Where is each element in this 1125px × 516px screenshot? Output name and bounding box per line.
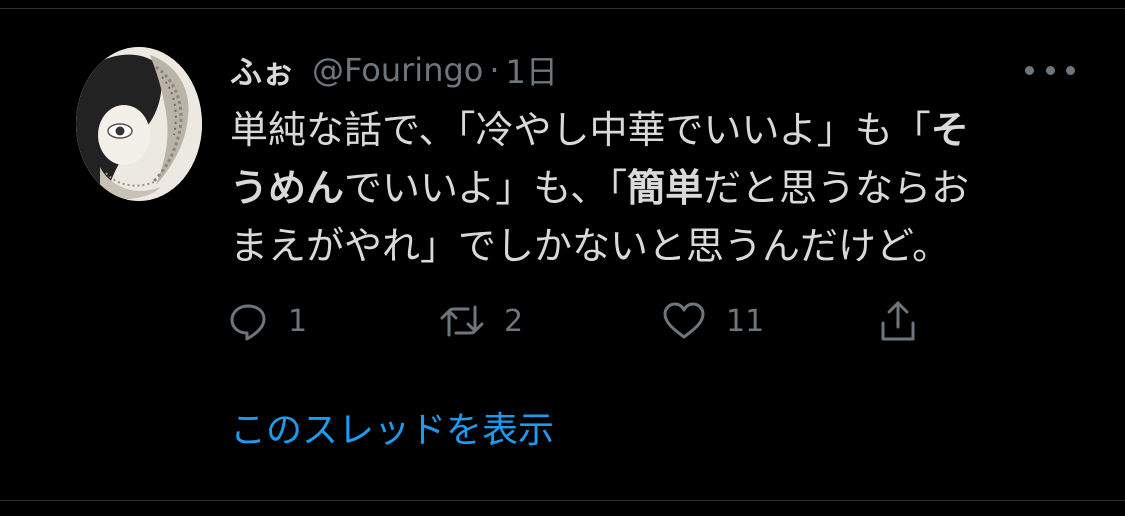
retweet-icon [440, 305, 484, 337]
tweet-text-line: 単純な話で、「冷やし中華でいいよ」も「そ [230, 101, 1080, 159]
tweet-text: 単純な話で、「冷やし中華でいいよ」も「そ うめんでいいよ」も、「簡単だと思うなら… [230, 101, 1080, 275]
like-button[interactable]: 11 [662, 299, 764, 343]
user-handle[interactable]: @Fouringo [312, 51, 483, 89]
text-segment: 単純な話で、「冷やし中華でいいよ」も「 [230, 108, 931, 152]
tweet-text-line: うめんでいいよ」も、「簡単だと思うならお [230, 159, 1080, 217]
display-name[interactable]: ふぉ [230, 47, 294, 93]
text-segment: だと思うならお [703, 166, 970, 210]
bold-text-segment: うめん [230, 166, 345, 210]
bottom-divider [0, 500, 1125, 501]
avatar[interactable] [76, 47, 202, 201]
tweet[interactable]: ふぉ @Fouringo · 1日 単純な話で、「冷やし中華でいいよ」も「そ う… [0, 9, 1125, 500]
bold-text-segment: 簡単 [627, 166, 704, 210]
reply-button[interactable]: 1 [228, 299, 307, 343]
bold-text-segment: そ [930, 108, 969, 152]
share-button[interactable] [878, 299, 918, 343]
text-segment: でいいよ」も、「 [344, 166, 628, 210]
tweet-actions: 1 2 11 [228, 299, 948, 343]
retweet-button[interactable]: 2 [440, 299, 523, 343]
reply-icon [230, 304, 266, 341]
reply-count: 1 [288, 303, 308, 339]
timestamp[interactable]: 1日 [506, 47, 558, 93]
heart-icon [663, 302, 705, 339]
show-thread-link[interactable]: このスレッドを表示 [230, 401, 554, 453]
tweet-text-line: まえがやれ」でしかないと思うんだけど。 [230, 224, 951, 268]
retweet-count: 2 [504, 303, 524, 339]
like-count: 11 [726, 303, 765, 339]
share-icon [881, 301, 915, 341]
avatar-image [76, 47, 202, 201]
separator: · [489, 51, 500, 89]
more-horizontal-icon[interactable] [1025, 61, 1075, 79]
tweet-header: ふぉ @Fouringo · 1日 [230, 47, 558, 93]
